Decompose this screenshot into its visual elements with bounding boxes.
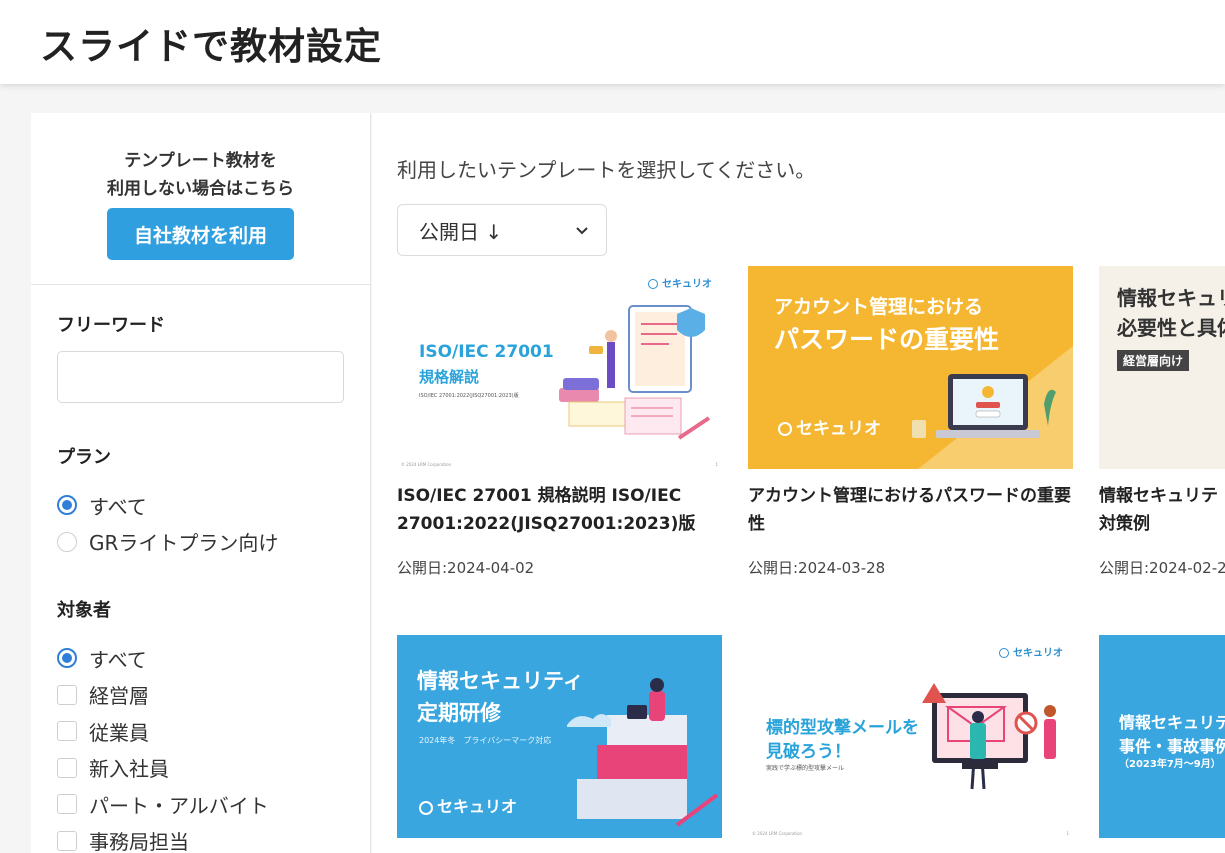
thumb-copyright: © 2024 LRM Corporation — [401, 462, 452, 467]
template-thumbnail: セキュリオ ISO/IEC 27001 規格解説 ISO/IEC 27001:2… — [397, 266, 722, 469]
plan-option-all[interactable]: すべて — [57, 487, 344, 524]
template-thumbnail: セキュリオ 標的型攻撃メールを 見破ろう！ 実践で学ぶ標的型攻撃メール © 20… — [748, 635, 1073, 838]
thumb-page-number: 1 — [715, 462, 718, 467]
plan-filter-title: プラン — [57, 447, 111, 468]
target-option-label: 経営層 — [89, 684, 149, 709]
radio-checked[interactable] — [57, 495, 77, 516]
thumb-heading: ISO/IEC 27001 — [419, 342, 554, 362]
own-material-note: テンプレート教材を 利用しない場合はこちら — [31, 147, 370, 203]
securio-logo-icon: セキュリオ — [999, 644, 1063, 659]
audience-badge: 経営層向け — [1117, 350, 1190, 371]
template-date: 公開日:2024-04-02 — [397, 559, 535, 577]
target-option-label: パート・アルバイト — [89, 793, 269, 818]
checkbox[interactable] — [57, 757, 77, 778]
target-option-label: 事務局担当 — [89, 830, 189, 853]
own-material-note-line2: 利用しない場合はこちら — [107, 179, 294, 199]
target-option-label: 新入社員 — [89, 757, 169, 782]
thumb-heading: 情報セキュリテ — [1119, 713, 1225, 732]
target-option-label: すべて — [89, 647, 147, 672]
thumb-heading2: 定期研修 — [417, 701, 501, 725]
laptop-illustration-icon — [912, 374, 1056, 438]
thumb-page-number: 1 — [1066, 831, 1069, 836]
sort-select[interactable]: 公開日 ↓ — [397, 204, 607, 256]
target-option-part-time[interactable]: パート・アルバイト — [57, 786, 344, 823]
thumb-heading: 標的型攻撃メールを — [766, 718, 919, 738]
own-material-note-line1: テンプレート教材を — [124, 151, 277, 171]
target-option-label: 従業員 — [89, 720, 149, 745]
template-title: アカウント管理におけるパスワードの重要性 — [748, 486, 1071, 534]
target-option-new-employees[interactable]: 新入社員 — [57, 750, 344, 787]
template-thumbnail: 情報セキュリティ 定期研修 2024年冬 プライバシーマーク対応 セキュリオ — [397, 635, 722, 838]
target-option-all[interactable]: すべて — [57, 640, 344, 677]
radio-unchecked[interactable] — [57, 531, 77, 552]
thumb-heading: 情報セキュリ — [1117, 286, 1225, 310]
thumb-copyright: © 2024 LRM Corporation — [752, 831, 803, 836]
securio-logo-icon: セキュリオ — [648, 275, 712, 290]
phishing-illustration-icon — [922, 683, 1056, 790]
thumb-heading2: 見破ろう！ — [766, 742, 851, 762]
thumb-sub: 2024年冬 プライバシーマーク対応 — [419, 736, 552, 745]
use-own-material-button[interactable]: 自社教材を利用 — [107, 208, 294, 260]
plan-options: すべて GRライトプラン向け — [57, 487, 344, 560]
target-option-secretariat[interactable]: 事務局担当 — [57, 823, 344, 853]
documents-illustration-icon — [559, 305, 711, 440]
target-options: すべて 経営層 従業員 新入社員 パート・アルバイト 事務局担当 — [57, 640, 344, 853]
checkbox[interactable] — [57, 830, 77, 851]
filter-sidebar: テンプレート教材を 利用しない場合はこちら 自社教材を利用 フリーワード プラン… — [31, 113, 371, 853]
template-title: ISO/IEC 27001 規格説明 ISO/IEC 27001:2022(JI… — [397, 486, 696, 534]
target-option-executives[interactable]: 経営層 — [57, 677, 344, 714]
plan-option-label: すべて — [89, 494, 147, 519]
plan-option-label: GRライトプラン向け — [89, 531, 279, 556]
thumb-heading2: パスワードの重要性 — [774, 325, 1000, 354]
plan-option-gr-lite[interactable]: GRライトプラン向け — [57, 524, 344, 561]
thumb-heading: 情報セキュリティ — [417, 669, 584, 693]
template-thumbnail: 情報セキュリ 必要性と具体 経営層向け — [1099, 266, 1225, 469]
target-option-employees[interactable]: 従業員 — [57, 713, 344, 750]
thumb-sub: ISO/IEC 27001:2022(JISQ27001:2023)版 — [419, 393, 519, 399]
template-title: 情報セキュリテ 対策例 — [1099, 486, 1218, 534]
securio-logo-icon: セキュリオ — [778, 414, 881, 439]
template-thumbnail: 情報セキュリテ 事件・事故事例 （2023年7月～9月） — [1099, 635, 1225, 838]
thumb-heading2: 事件・事故事例 — [1119, 737, 1225, 756]
target-filter-title: 対象者 — [57, 600, 111, 621]
app-header: スライドで教材設定 — [0, 0, 1225, 84]
thumb-sub: 実践で学ぶ標的型攻撃メール — [766, 765, 845, 772]
template-date: 公開日:2024-02-28 — [1099, 559, 1225, 577]
sort-value: 公開日 ↓ — [419, 219, 503, 244]
template-date: 公開日:2024-03-28 — [748, 559, 886, 577]
thumb-heading: アカウント管理における — [774, 296, 984, 318]
checkbox[interactable] — [57, 684, 77, 705]
checkbox[interactable] — [57, 794, 77, 815]
template-list: 利用したいテンプレートを選択してください。 公開日 ↓ セキュリオ ISO/IE… — [372, 113, 1225, 853]
template-thumbnail: アカウント管理における パスワードの重要性 セキュリオ — [748, 266, 1073, 469]
checkbox[interactable] — [57, 721, 77, 742]
thumb-heading2: 必要性と具体 — [1117, 316, 1225, 340]
books-illustration-icon — [567, 678, 719, 827]
instruction-text: 利用したいテンプレートを選択してください。 — [397, 158, 816, 182]
filters: フリーワード プラン すべて GRライトプラン向け 対象者 すべて 経営層 従業… — [31, 311, 370, 853]
page-title: スライドで教材設定 — [40, 25, 382, 68]
thumb-heading2: 規格解説 — [419, 368, 480, 386]
radio-checked[interactable] — [57, 648, 77, 669]
own-material-section: テンプレート教材を 利用しない場合はこちら 自社教材を利用 — [31, 113, 370, 285]
thumb-sub: （2023年7月～9月） — [1119, 759, 1221, 770]
securio-logo-icon: セキュリオ — [419, 793, 517, 817]
chevron-down-icon — [576, 227, 588, 235]
keyword-filter-title: フリーワード — [57, 315, 165, 336]
keyword-input[interactable] — [57, 351, 344, 403]
